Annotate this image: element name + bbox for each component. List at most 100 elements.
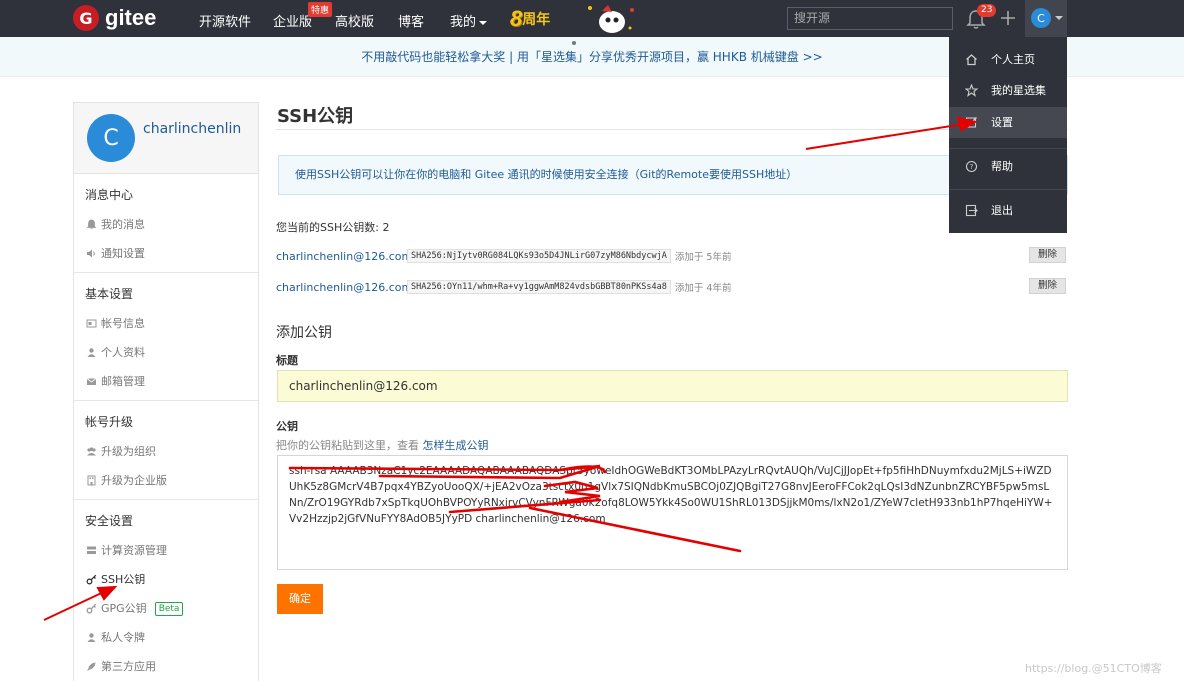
menu-divider	[949, 189, 1067, 190]
anniversary-word: 周年	[522, 12, 551, 28]
key-icon	[86, 574, 97, 585]
sidebar-heading: 帐号升级	[85, 415, 134, 429]
sidebar-item-compute-resources[interactable]: 计算资源管理	[74, 536, 258, 565]
title-label: 标题	[276, 354, 298, 367]
sidebar-item-label: 帐号信息	[101, 317, 145, 330]
rocket-icon	[87, 662, 96, 671]
server-icon	[87, 546, 96, 554]
sidebar-item-account-info[interactable]: 帐号信息	[74, 309, 258, 338]
key-added-time: 添加于 4年前	[674, 283, 732, 294]
mascot-icon	[588, 5, 634, 33]
sidebar-item-email[interactable]: 邮箱管理	[74, 367, 258, 396]
sidebar-item-upgrade-enterprise[interactable]: 升级为企业版	[74, 466, 258, 495]
nav-blog[interactable]: 博客	[398, 11, 424, 30]
key-fingerprint: SHA256:NjIytv0RG084LQKs93o5D4JNLirG07zyM…	[407, 249, 671, 263]
nav-open-source[interactable]: 开源软件	[199, 11, 251, 30]
group-icon	[87, 447, 96, 456]
bell-icon	[86, 219, 97, 229]
user-dropdown-menu: 个人主页 我的星选集 设置 ? 帮助 退出	[949, 37, 1067, 233]
nav-mine-label: 我的	[450, 15, 477, 30]
beta-badge: Beta	[154, 601, 184, 616]
sidebar-item-ssh-keys[interactable]: SSH公钥	[74, 565, 258, 594]
sidebar-item-label: 第三方应用	[101, 660, 156, 673]
nav-mine[interactable]: 我的	[450, 11, 488, 30]
ssh-key-row: charlinchenlin@126.com SHA256:NjIytv0RG0…	[276, 247, 1068, 265]
gitee-logo[interactable]: G gitee	[73, 5, 156, 31]
svg-text:?: ?	[970, 163, 974, 171]
star-icon	[965, 84, 978, 97]
key-title-link[interactable]: charlinchenlin@126.com	[276, 281, 412, 294]
mail-icon	[86, 378, 97, 385]
menu-item-logout[interactable]: 退出	[949, 195, 1067, 226]
sidebar-section-security: 安全设置 计算资源管理 SSH公钥 GPG公钥 Beta 私人令牌 第三方应用	[74, 500, 258, 681]
key-title-input[interactable]: charlinchenlin@126.com	[277, 370, 1068, 402]
help-icon: ?	[965, 160, 978, 173]
ssh-key-count: 您当前的SSH公钥数: 2	[276, 221, 390, 234]
nav-enterprise[interactable]: 企业版	[273, 11, 312, 30]
profile-card: C charlinchenlin	[74, 103, 258, 174]
sidebar-section-upgrade: 帐号升级 升级为组织 升级为企业版	[74, 401, 258, 500]
sidebar-item-notification-settings[interactable]: 通知设置	[74, 239, 258, 268]
menu-item-home[interactable]: 个人主页	[949, 44, 1067, 75]
sidebar-item-label: 邮箱管理	[101, 375, 145, 388]
anniversary-banner[interactable]: 8 周年	[510, 5, 550, 33]
anniversary-number: 8	[510, 6, 523, 31]
notification-count-badge: 23	[977, 4, 997, 17]
sidebar-item-my-messages[interactable]: 我的消息	[74, 210, 258, 239]
menu-item-my-collections[interactable]: 我的星选集	[949, 75, 1067, 106]
avatar: C	[1031, 8, 1051, 28]
sidebar-item-label: SSH公钥	[101, 573, 146, 586]
logout-icon	[965, 204, 978, 217]
sidebar-item-upgrade-org[interactable]: 升级为组织	[74, 437, 258, 466]
confirm-button[interactable]: 确定	[277, 584, 323, 614]
key-label: 公钥	[276, 420, 298, 433]
sidebar-section-basic: 基本设置 帐号信息 个人资料 邮箱管理	[74, 273, 258, 401]
how-to-generate-key-link[interactable]: 怎样生成公钥	[423, 439, 489, 452]
menu-item-label: 设置	[991, 116, 1013, 129]
sidebar-item-label: 升级为组织	[101, 445, 156, 458]
menu-item-settings[interactable]: 设置	[949, 107, 1067, 138]
building-icon	[87, 475, 96, 486]
add-key-heading: 添加公钥	[276, 325, 332, 341]
id-card-icon	[86, 319, 97, 328]
sidebar-heading: 消息中心	[85, 188, 134, 202]
key-title-link[interactable]: charlinchenlin@126.com	[276, 250, 412, 263]
sidebar-item-label: 升级为企业版	[101, 474, 167, 487]
profile-username[interactable]: charlinchenlin	[143, 121, 241, 137]
chevron-down-icon	[1055, 16, 1063, 20]
sidebar-item-third-party-apps[interactable]: 第三方应用	[74, 652, 258, 681]
edit-icon	[965, 117, 977, 128]
ssh-key-row: charlinchenlin@126.com SHA256:OYn11/whm+…	[276, 278, 1068, 296]
watermark: https://blog.@51CTO博客	[1025, 662, 1162, 675]
home-icon	[966, 54, 977, 66]
sidebar-item-label: 通知设置	[101, 247, 145, 260]
nav-university[interactable]: 高校版	[335, 11, 374, 30]
plus-icon[interactable]	[999, 8, 1017, 28]
sidebar-heading: 安全设置	[85, 514, 134, 528]
user-menu-button[interactable]: C	[1025, 0, 1067, 37]
menu-item-label: 退出	[991, 204, 1013, 217]
public-key-textarea[interactable]: ssh-rsa AAAAB3NzaC1yc2EAAAADAQABAAABAQDA…	[277, 455, 1068, 570]
key-added-time: 添加于 5年前	[674, 252, 732, 263]
decoration-dot	[572, 41, 576, 45]
search-input[interactable]: 搜开源	[787, 7, 953, 30]
top-nav: G gitee 开源软件 企业版 特惠 高校版 博客 我的 8 周年 搜开源 2…	[0, 0, 1184, 37]
sidebar-item-profile[interactable]: 个人资料	[74, 338, 258, 367]
menu-item-label: 个人主页	[991, 53, 1035, 66]
profile-avatar[interactable]: C	[87, 114, 135, 162]
menu-item-help[interactable]: ? 帮助	[949, 151, 1067, 182]
menu-divider	[949, 148, 1067, 149]
key-fingerprint: SHA256:OYn11/whm+Ra+vy1ggwAmM824vdsbGBBT…	[407, 280, 671, 294]
sidebar-item-private-tokens[interactable]: 私人令牌	[74, 623, 258, 652]
chevron-down-icon	[479, 20, 488, 25]
key-hint-text: 把你的公钥粘贴到这里，查看	[276, 439, 419, 452]
key-hint: 把你的公钥粘贴到这里，查看 怎样生成公钥	[276, 437, 489, 453]
sidebar-item-label: 个人资料	[101, 346, 145, 359]
delete-key-button[interactable]: 删除	[1029, 247, 1066, 263]
sidebar-item-label: 计算资源管理	[101, 544, 167, 557]
sidebar-item-gpg-keys[interactable]: GPG公钥 Beta	[74, 594, 258, 623]
sidebar-item-label: GPG公钥	[101, 602, 147, 615]
menu-item-label: 帮助	[991, 160, 1013, 173]
delete-key-button[interactable]: 删除	[1029, 278, 1066, 294]
user-icon	[87, 348, 96, 357]
